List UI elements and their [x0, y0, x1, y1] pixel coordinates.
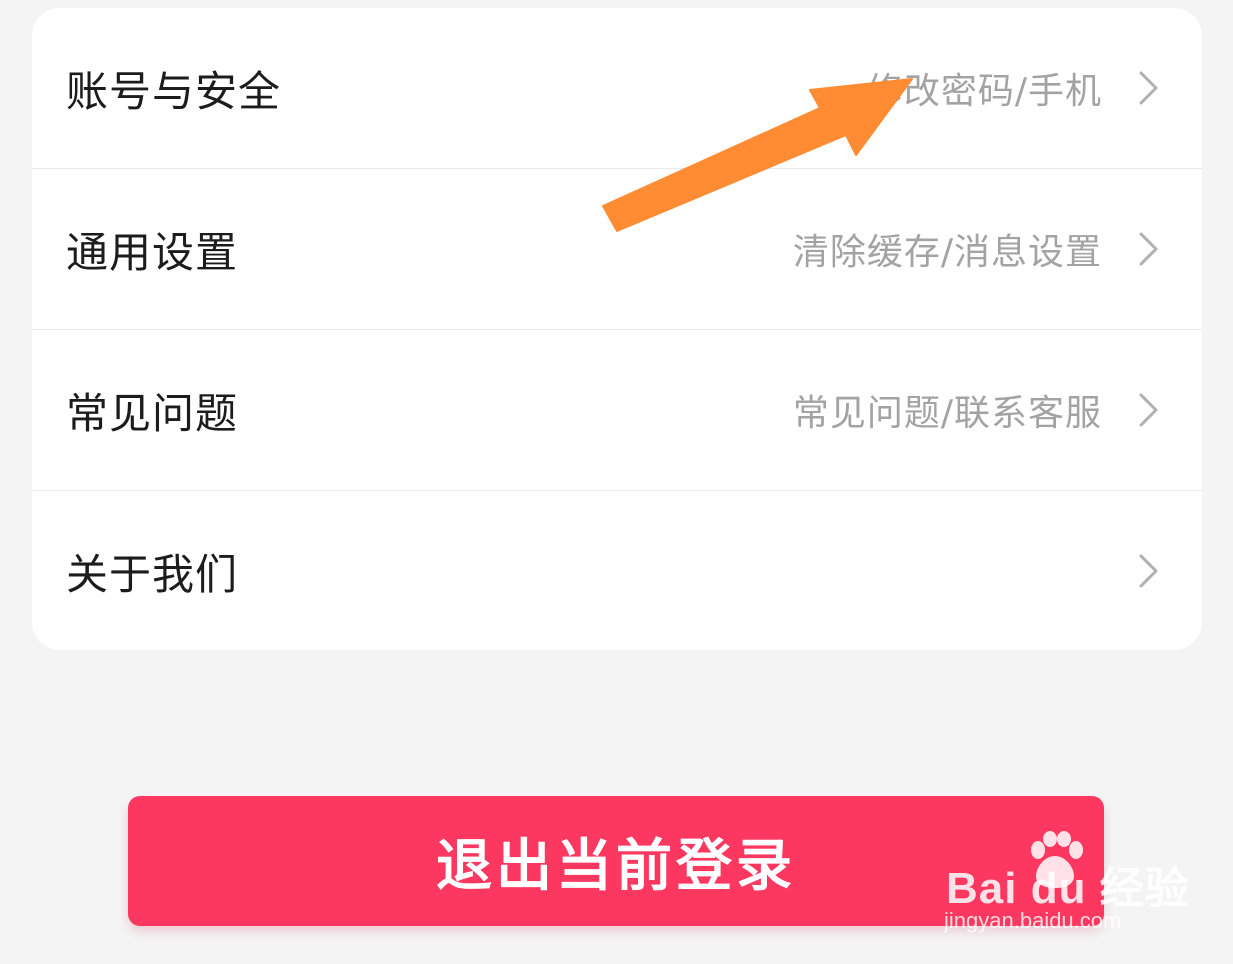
logout-button[interactable]: 退出当前登录	[128, 796, 1104, 926]
row-label: 通用设置	[66, 227, 239, 277]
settings-row-general[interactable]: 通用设置 清除缓存/消息设置	[32, 168, 1202, 329]
row-hint: 清除缓存/消息设置	[792, 232, 1102, 273]
settings-row-about-us[interactable]: 关于我们	[32, 490, 1202, 650]
settings-row-account-security[interactable]: 账号与安全 修改密码/手机	[32, 8, 1202, 168]
row-hint: 常见问题/联系客服	[792, 393, 1102, 434]
row-label: 常见问题	[66, 388, 239, 438]
settings-row-faq[interactable]: 常见问题 常见问题/联系客服	[32, 329, 1202, 490]
chevron-right-icon	[1139, 232, 1158, 266]
row-hint: 修改密码/手机	[866, 71, 1102, 112]
row-label: 关于我们	[66, 549, 239, 599]
chevron-right-icon	[1139, 393, 1158, 427]
settings-list: 账号与安全 修改密码/手机 通用设置 清除缓存/消息设置 常见问题 常见问题/联…	[32, 8, 1202, 650]
chevron-right-icon	[1139, 554, 1158, 588]
row-label: 账号与安全	[66, 66, 282, 116]
chevron-right-icon	[1139, 71, 1158, 105]
